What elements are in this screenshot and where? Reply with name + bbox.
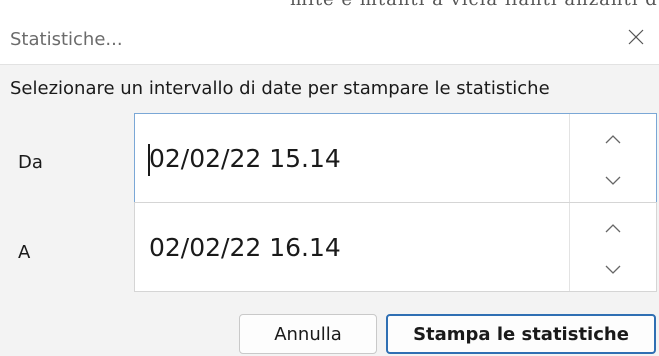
from-spinner [569, 114, 656, 202]
from-decrement-button[interactable] [570, 158, 656, 202]
to-decrement-button[interactable] [570, 247, 656, 291]
dialog-titlebar: Statistiche... [0, 14, 659, 65]
print-statistics-button[interactable]: Stampa le statistiche [386, 314, 656, 354]
background-window-text: mite e mtanti a vicia ilanti anzanti d [290, 0, 658, 10]
chevron-up-icon [605, 129, 621, 148]
from-datetime-field[interactable]: 02/02/22 15.14 [134, 113, 657, 203]
chevron-up-icon [605, 218, 621, 237]
to-datetime-field[interactable]: 02/02/22 16.14 [134, 202, 657, 292]
from-datetime-value[interactable]: 02/02/22 15.14 [149, 144, 341, 173]
background-window-strip: mite e mtanti a vicia ilanti anzanti d [0, 0, 659, 14]
to-label: A [18, 242, 31, 263]
close-button[interactable] [613, 14, 659, 64]
from-label: Da [18, 152, 43, 173]
dialog-title: Statistiche... [10, 29, 123, 50]
chevron-down-icon [605, 260, 621, 279]
from-increment-button[interactable] [570, 116, 656, 160]
close-icon [628, 29, 644, 49]
to-datetime-value[interactable]: 02/02/22 16.14 [149, 233, 341, 262]
to-increment-button[interactable] [570, 205, 656, 249]
instruction-text: Selezionare un intervallo di date per st… [10, 78, 550, 99]
to-spinner [569, 203, 656, 291]
cancel-button[interactable]: Annulla [239, 314, 377, 354]
chevron-down-icon [605, 171, 621, 190]
